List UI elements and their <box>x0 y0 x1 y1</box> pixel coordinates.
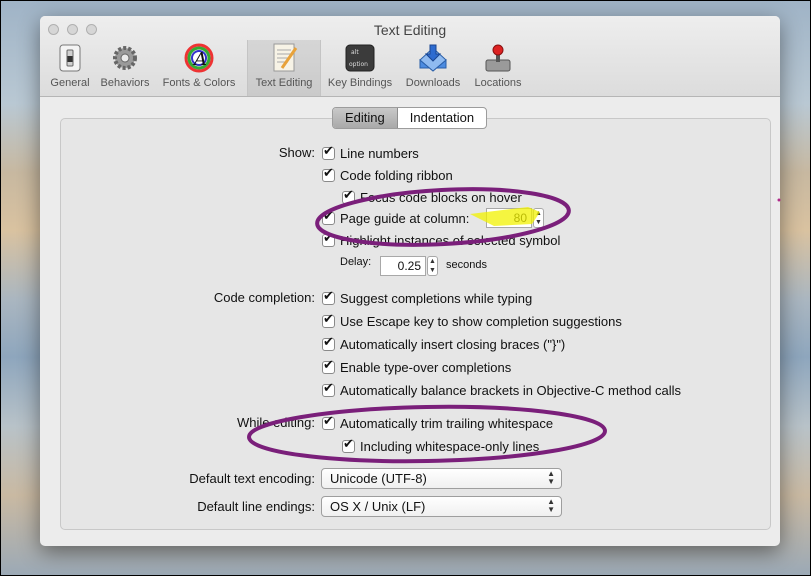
checkbox-checked-icon <box>322 312 335 328</box>
toolbar-label: Downloads <box>405 77 461 89</box>
gears-icon <box>113 46 137 70</box>
line-endings-popup[interactable]: OS X / Unix (LF) ▲ ▼ <box>321 496 562 517</box>
checkbox-label: Automatically balance brackets in Object… <box>340 382 682 398</box>
checkbox-checked-icon <box>322 209 335 225</box>
svg-text:A: A <box>192 49 207 70</box>
checkbox-checked-icon <box>322 166 335 182</box>
checkbox-checked-icon <box>342 188 355 204</box>
toolbar-locations[interactable]: Locations <box>468 42 528 92</box>
balance-brackets-checkbox[interactable]: Automatically balance brackets in Object… <box>322 381 681 399</box>
checkbox-label: Line numbers <box>340 145 419 161</box>
highlight-symbol-checkbox[interactable]: Highlight instances of selected symbol <box>322 231 560 249</box>
page-guide-control: 80 ▲ ▼ <box>486 208 544 228</box>
checkbox-checked-icon <box>322 335 335 351</box>
escape-key-checkbox[interactable]: Use Escape key to show completion sugges… <box>322 312 622 330</box>
toolbar-label: Text Editing <box>255 77 313 89</box>
page-guide-column-field[interactable]: 80 <box>486 208 532 228</box>
popup-value: Unicode (UTF-8) <box>330 471 427 486</box>
checkbox-label: Including whitespace-only lines <box>360 438 540 454</box>
toolbar-key-bindings[interactable]: alt option Key Bindings <box>323 42 397 92</box>
checkbox-checked-icon <box>322 231 335 247</box>
toolbar-label: General <box>50 77 90 89</box>
toolbar-label: Key Bindings <box>327 77 393 89</box>
checkbox-label: Focus code blocks on hover <box>360 189 522 205</box>
checkbox-label: Code folding ribbon <box>340 167 453 183</box>
line-numbers-checkbox[interactable]: Line numbers <box>322 144 419 162</box>
page-guide-checkbox[interactable]: Page guide at column: <box>322 209 469 227</box>
checkbox-label: Use Escape key to show completion sugges… <box>340 313 622 329</box>
tab-editing[interactable]: Editing <box>333 108 398 128</box>
checkbox-label: Highlight instances of selected symbol <box>340 232 561 248</box>
font-palette-icon: A <box>184 43 214 73</box>
checkbox-checked-icon <box>342 437 355 453</box>
delay-control: 0.25 ▲ ▼ <box>380 256 438 276</box>
toolbar-general[interactable]: General <box>46 42 94 92</box>
checkbox-checked-icon <box>322 144 335 160</box>
checkbox-label: Automatically insert closing braces ("}"… <box>340 336 566 352</box>
checkbox-label: Page guide at column: <box>340 210 470 226</box>
suggest-completions-checkbox[interactable]: Suggest completions while typing <box>322 289 532 307</box>
popup-arrows-icon: ▲ ▼ <box>547 469 555 486</box>
trim-whitespace-checkbox[interactable]: Automatically trim trailing whitespace <box>322 414 553 432</box>
toolbar-fonts-colors[interactable]: A Fonts & Colors <box>158 42 240 92</box>
closing-braces-checkbox[interactable]: Automatically insert closing braces ("}"… <box>322 335 565 353</box>
delay-field[interactable]: 0.25 <box>380 256 426 276</box>
svg-text:alt: alt <box>351 49 359 56</box>
text-encoding-popup[interactable]: Unicode (UTF-8) ▲ ▼ <box>321 468 562 489</box>
checkbox-label: Enable type-over completions <box>340 359 512 375</box>
toolbar: Text Editing General Behaviors A Fonts &… <box>40 16 780 97</box>
checkbox-checked-icon <box>322 414 335 430</box>
switch-icon <box>59 44 81 72</box>
preferences-window: Text Editing General Behaviors A Fonts &… <box>40 16 780 546</box>
toolbar-text-editing[interactable]: Text Editing <box>247 40 321 96</box>
delay-stepper[interactable]: ▲ ▼ <box>427 256 438 276</box>
tab-control: Editing Indentation <box>332 107 488 129</box>
tab-indentation[interactable]: Indentation <box>398 108 486 128</box>
toolbar-label: Behaviors <box>100 77 150 89</box>
toolbar-label: Fonts & Colors <box>162 77 236 89</box>
window-title: Text Editing <box>373 22 447 38</box>
code-completion-label: Code completion: <box>213 290 315 305</box>
popup-arrows-icon: ▲ ▼ <box>547 497 555 514</box>
type-over-checkbox[interactable]: Enable type-over completions <box>322 358 511 376</box>
toolbar-label: Locations <box>474 77 522 89</box>
option-key-icon: alt option <box>345 44 375 72</box>
page-guide-stepper[interactable]: ▲ ▼ <box>533 208 544 228</box>
focus-code-checkbox[interactable]: Focus code blocks on hover <box>342 188 522 206</box>
whitespace-only-checkbox[interactable]: Including whitespace-only lines <box>342 437 539 455</box>
toolbar-behaviors[interactable]: Behaviors <box>96 42 154 92</box>
checkbox-checked-icon <box>322 358 335 374</box>
joystick-icon <box>485 44 511 72</box>
text-encoding-label: Default text encoding: <box>189 471 315 486</box>
code-folding-checkbox[interactable]: Code folding ribbon <box>322 166 453 184</box>
delay-label: Delay: <box>340 256 372 268</box>
svg-text:option: option <box>349 61 368 68</box>
show-label: Show: <box>278 145 315 160</box>
popup-value: OS X / Unix (LF) <box>330 499 426 514</box>
line-endings-label: Default line endings: <box>197 499 315 514</box>
checkbox-label: Suggest completions while typing <box>340 290 533 306</box>
checkbox-label: Automatically trim trailing whitespace <box>340 415 554 431</box>
checkbox-checked-icon <box>322 289 335 305</box>
delay-unit: seconds <box>446 259 487 271</box>
document-pencil-icon <box>273 43 298 72</box>
download-box-icon <box>419 44 447 72</box>
while-editing-label: While editing: <box>236 415 315 430</box>
toolbar-downloads[interactable]: Downloads <box>401 42 465 92</box>
checkbox-checked-icon <box>322 381 335 397</box>
